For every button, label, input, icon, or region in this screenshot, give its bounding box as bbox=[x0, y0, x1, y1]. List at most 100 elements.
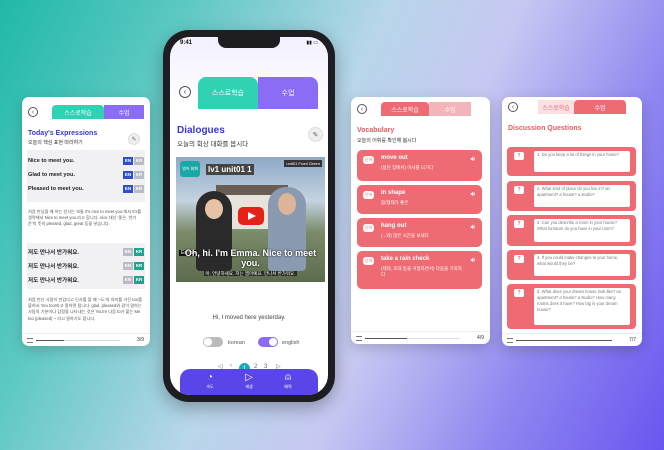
english-toggle[interactable] bbox=[258, 337, 278, 347]
tab-bar: 스스로학습 수업 bbox=[538, 100, 626, 114]
video-caption: Oh, hi. I'm Emma. Nice to meet you. bbox=[184, 248, 317, 268]
question-item[interactable]: ? 2. What kind of place do you live in? … bbox=[507, 181, 636, 211]
bottom-navbar: ◔ 속도 ▷ 재생 ⍝ 배역 bbox=[180, 369, 318, 395]
video-tag: unit01 Front Green bbox=[284, 160, 322, 167]
question-icon: ? bbox=[514, 255, 524, 263]
vocab-item[interactable]: 단어 in shape 몸/형태가 좋은 🔊︎ bbox=[357, 185, 482, 214]
progress-bar bbox=[516, 340, 612, 341]
tab-bar: 스스로학습 수업 bbox=[381, 102, 471, 116]
nav-role[interactable]: ⍝ 배역 bbox=[276, 372, 300, 390]
question-item[interactable]: ? 4. If you could make changes to your h… bbox=[507, 250, 636, 280]
section-title: Vocabulary bbox=[357, 127, 395, 134]
question-icon: ? bbox=[514, 186, 524, 194]
progress-footer: 3/9 bbox=[22, 333, 150, 346]
kr-button[interactable]: KR bbox=[134, 261, 144, 270]
phone-frame: 9:41 ▮▮ ▭ ‹ 스스로학습 수업 Dialogues 오늘의 회상 대화… bbox=[163, 30, 335, 402]
play-button-icon[interactable] bbox=[238, 207, 264, 225]
tab-class[interactable]: 수업 bbox=[574, 100, 626, 114]
page-indicator: 3/9 bbox=[137, 337, 144, 343]
progress-bar bbox=[365, 338, 460, 339]
discussion-card: ‹ 스스로학습 수업 Discussion Questions ? 1. Do … bbox=[502, 97, 642, 346]
tab-class[interactable]: 수업 bbox=[258, 77, 318, 109]
question-item[interactable]: ? 3. Can you describe a room in your hou… bbox=[507, 215, 636, 246]
back-icon[interactable]: ‹ bbox=[357, 104, 367, 114]
page-indicator: 7/7 bbox=[629, 337, 636, 343]
question-icon: ? bbox=[514, 289, 524, 297]
vocab-item[interactable]: 단어 move out (살던 집에서) 이사를 나가다 🔊︎ bbox=[357, 150, 482, 181]
korean-label: korean bbox=[228, 340, 245, 346]
explanation-text: 처음 만난 사람이 반갑다고 인사를 할 때 '~도'의 의미를 가진 too를… bbox=[28, 297, 142, 321]
question-item[interactable]: ? 1. Do you keep a lot of things in your… bbox=[507, 147, 636, 176]
en-button[interactable]: EN bbox=[123, 156, 133, 165]
nav-speed[interactable]: ◔ 속도 bbox=[198, 372, 222, 390]
explanation-text: 처음 만났을 때 하는 인사는 보통 It's nice to meet you… bbox=[28, 209, 142, 227]
progress-footer: 7/7 bbox=[502, 333, 642, 346]
video-title: lv1 unit01 1 bbox=[206, 164, 254, 175]
expressions-card: ‹ 스스로학습 수업 Today's Expressions ✎ 오늘의 핵심 … bbox=[22, 97, 150, 346]
menu-icon[interactable] bbox=[356, 336, 362, 341]
tab-class[interactable]: 수업 bbox=[104, 105, 144, 119]
kr-button[interactable]: KR bbox=[134, 247, 144, 256]
speaker-icon[interactable]: 🔊︎ bbox=[471, 191, 475, 199]
speedometer-icon: ◔ bbox=[206, 372, 214, 383]
vocab-item[interactable]: 단어 take a rain check (제의, 초대 등을 거절하면서) 다… bbox=[357, 251, 482, 289]
en-button[interactable]: EN bbox=[123, 275, 133, 284]
status-bar: 9:41 ▮▮ ▭ bbox=[180, 40, 318, 50]
speaker-icon[interactable]: 🔊︎ bbox=[471, 224, 475, 232]
progress-footer: 4/9 bbox=[351, 331, 490, 344]
korean-toggle[interactable] bbox=[203, 337, 223, 347]
dialogue-sentence: Hi, I moved here yesterday. bbox=[212, 315, 286, 321]
phone-screen: 9:41 ▮▮ ▭ ‹ 스스로학습 수업 Dialogues 오늘의 회상 대화… bbox=[170, 37, 328, 395]
tab-class[interactable]: 수업 bbox=[429, 102, 471, 116]
section-subtitle: 오늘의 어휘를 확인해 봅시다 bbox=[357, 138, 417, 144]
nav-play[interactable]: ▷ 재생 bbox=[237, 372, 261, 390]
video-player[interactable]: 영어 회화 lv1 unit01 1 unit01 Front Green Em… bbox=[176, 157, 325, 282]
speaker-icon[interactable]: 🔊︎ bbox=[471, 156, 475, 164]
page-indicator: 4/9 bbox=[477, 335, 484, 341]
section-title: Dialogues bbox=[177, 125, 225, 136]
video-logo: 영어 회화 bbox=[180, 161, 200, 177]
video-caption-korean: 아, 안녕하세요. 저는 엠마예요. 만나서 반가워요. bbox=[203, 271, 298, 276]
tab-bar: 스스로학습 수업 bbox=[198, 77, 318, 109]
question-item[interactable]: ? 5. What does your dream house look lik… bbox=[507, 284, 636, 329]
section-title: Discussion Questions bbox=[508, 125, 582, 132]
back-icon[interactable]: ‹ bbox=[179, 86, 191, 98]
menu-icon[interactable] bbox=[507, 338, 513, 343]
back-icon[interactable]: ‹ bbox=[508, 102, 518, 112]
section-title: Today's Expressions bbox=[28, 130, 98, 137]
question-icon: ? bbox=[514, 220, 524, 228]
kr-button[interactable]: KR bbox=[134, 170, 144, 179]
expression-row: 저도 만나서 반가워요. EN KR bbox=[28, 275, 144, 284]
en-button[interactable]: EN bbox=[123, 261, 133, 270]
kr-button[interactable]: KR bbox=[134, 156, 144, 165]
en-button[interactable]: EN bbox=[123, 170, 133, 179]
section-subtitle: 오늘의 핵심 표현 따라하기 bbox=[28, 140, 83, 146]
en-button[interactable]: EN bbox=[123, 184, 133, 193]
pencil-icon[interactable]: ✎ bbox=[128, 133, 140, 145]
add-user-icon: ⍝ bbox=[285, 372, 291, 383]
vocabulary-card: ‹ 스스로학습 수업 Vocabulary 오늘의 어휘를 확인해 봅시다 단어… bbox=[351, 97, 490, 344]
menu-icon[interactable] bbox=[27, 338, 33, 343]
english-label: english bbox=[282, 340, 300, 346]
speaker-icon[interactable]: 🔊︎ bbox=[471, 257, 475, 265]
back-icon[interactable]: ‹ bbox=[28, 107, 38, 117]
play-icon: ▷ bbox=[245, 372, 253, 383]
expression-row: Nice to meet you. EN KR bbox=[28, 156, 144, 165]
section-subtitle: 오늘의 회상 대화를 봅시다 bbox=[177, 141, 249, 148]
battery-icon: ▮▮ ▭ bbox=[306, 40, 318, 46]
status-time: 9:41 bbox=[180, 40, 193, 46]
progress-bar bbox=[36, 340, 120, 341]
expression-row: 저도 만나서 반가워요. EN KR bbox=[28, 261, 144, 270]
kr-button[interactable]: KR bbox=[134, 184, 144, 193]
tab-self-study[interactable]: 스스로학습 bbox=[52, 105, 104, 119]
vocab-item[interactable]: 단어 hang out (...와) 많은 시간을 보내다 🔊︎ bbox=[357, 218, 482, 247]
en-button[interactable]: EN bbox=[123, 247, 133, 256]
expression-row: Glad to meet you. EN KR bbox=[28, 170, 144, 179]
tab-self-study[interactable]: 스스로학습 bbox=[381, 102, 429, 116]
tab-bar: 스스로학습 수업 bbox=[52, 105, 144, 119]
tab-self-study[interactable]: 스스로학습 bbox=[538, 100, 574, 114]
pencil-icon[interactable]: ✎ bbox=[308, 127, 323, 142]
kr-button[interactable]: KR bbox=[134, 275, 144, 284]
expression-row: 저도 만나서 반가워요. EN KR bbox=[28, 247, 144, 256]
tab-self-study[interactable]: 스스로학습 bbox=[198, 77, 258, 109]
